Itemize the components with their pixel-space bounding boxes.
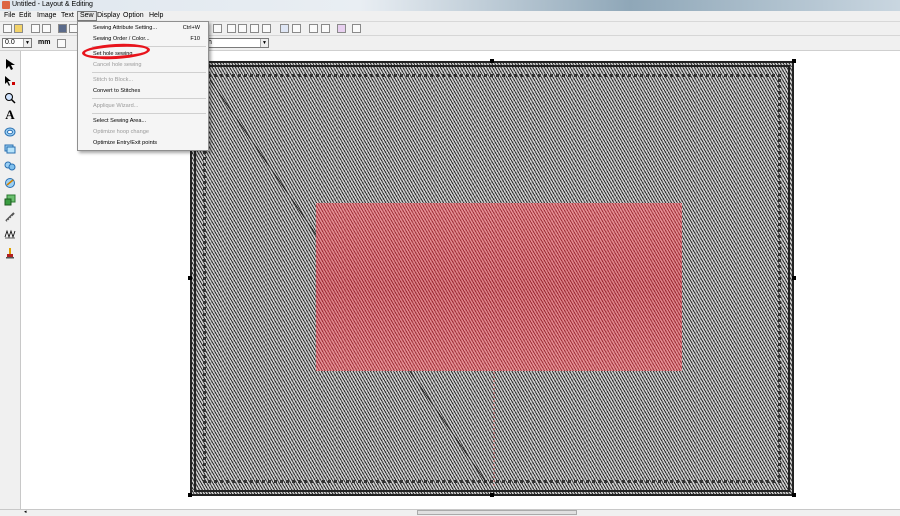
shortcut-sewing-order: F10 bbox=[190, 36, 200, 42]
menu-item-cancel-hole-sewing: Cancel hole sewing bbox=[93, 62, 142, 68]
menu-item-convert-to-stitches[interactable]: Convert to Stitches bbox=[93, 88, 140, 95]
menu-item-optimize-hoop-change: Optimize hoop change bbox=[93, 129, 149, 135]
selection-handle[interactable] bbox=[490, 59, 494, 63]
menu-separator bbox=[92, 72, 206, 73]
menu-separator bbox=[92, 113, 206, 114]
selection-handle[interactable] bbox=[792, 276, 796, 280]
menu-item-optimize-entry-exit[interactable]: Optimize Entry/Exit points bbox=[93, 140, 157, 147]
selection-handle[interactable] bbox=[188, 493, 192, 497]
menu-item-sewing-attribute[interactable]: Sewing Attribute Setting... bbox=[93, 25, 157, 32]
scroll-thumb[interactable] bbox=[417, 510, 577, 515]
hole-sewing-region[interactable] bbox=[316, 203, 682, 371]
menu-item-select-sewing-area[interactable]: Select Sewing Area... bbox=[93, 118, 146, 125]
sew-menu-dropdown: Sewing Attribute Setting... Ctrl+W Sewin… bbox=[77, 21, 209, 151]
menu-item-sewing-order[interactable]: Sewing Order / Color... bbox=[93, 36, 150, 43]
selection-handle[interactable] bbox=[792, 493, 796, 497]
menu-item-stitch-to-block: Stitch to Block... bbox=[93, 77, 134, 83]
menu-item-applique-wizard: Applique Wizard... bbox=[93, 103, 139, 109]
selection-handle[interactable] bbox=[792, 59, 796, 63]
selection-handle[interactable] bbox=[490, 493, 494, 497]
shortcut-sewing-attribute: Ctrl+W bbox=[182, 25, 200, 31]
selection-handle[interactable] bbox=[188, 276, 192, 280]
menu-separator bbox=[92, 98, 206, 99]
scroll-left-icon[interactable]: ◂ bbox=[24, 509, 27, 515]
